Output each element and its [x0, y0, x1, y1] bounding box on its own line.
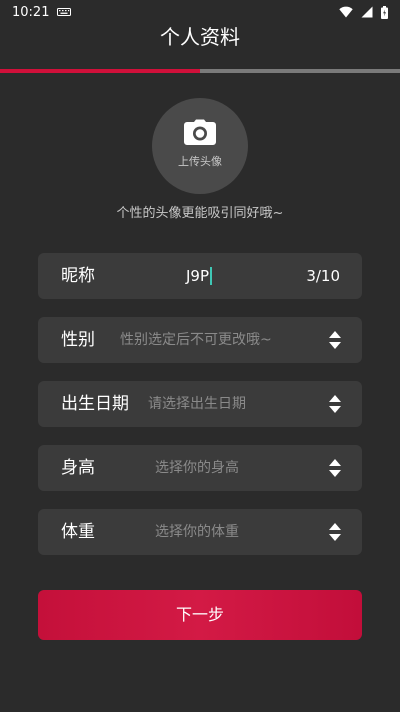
- signal-icon: [361, 6, 373, 18]
- gender-select[interactable]: 性别 性别选定后不可更改哦~: [38, 317, 362, 363]
- weight-select[interactable]: 体重 选择你的体重: [38, 509, 362, 555]
- height-placeholder: 选择你的身高: [155, 460, 239, 476]
- progress-fill: [0, 69, 200, 73]
- birthdate-label: 出生日期: [61, 394, 129, 414]
- avatar-upload-button[interactable]: 上传头像: [152, 98, 248, 194]
- text-caret: [210, 267, 212, 285]
- next-step-button[interactable]: 下一步: [38, 590, 362, 640]
- nickname-value: J9P: [186, 267, 210, 285]
- status-right: [339, 5, 388, 19]
- camera-icon: [184, 119, 216, 145]
- status-time: 10:21: [12, 4, 50, 20]
- keyboard-icon: [57, 8, 72, 16]
- status-left: 10:21: [12, 4, 72, 20]
- gender-label: 性别: [61, 330, 95, 350]
- gender-placeholder: 性别选定后不可更改哦~: [120, 332, 272, 348]
- nickname-char-counter: 3/10: [306, 267, 340, 285]
- up-down-arrows-icon: [329, 523, 341, 541]
- nickname-field[interactable]: 昵称 J9P 3/10: [38, 253, 362, 299]
- page-title: 个人资料: [160, 25, 240, 49]
- weight-placeholder: 选择你的体重: [155, 524, 239, 540]
- up-down-arrows-icon: [329, 395, 341, 413]
- nickname-label: 昵称: [61, 266, 95, 286]
- up-down-arrows-icon: [329, 331, 341, 349]
- nickname-input[interactable]: J9P: [186, 253, 212, 299]
- height-label: 身高: [61, 458, 95, 478]
- weight-label: 体重: [61, 522, 95, 542]
- avatar-upload-label: 上传头像: [178, 155, 222, 168]
- status-bar: 10:21: [0, 0, 400, 24]
- birthdate-select[interactable]: 出生日期 请选择出生日期: [38, 381, 362, 427]
- progress-bar: [0, 69, 400, 73]
- birthdate-placeholder: 请选择出生日期: [148, 396, 246, 412]
- up-down-arrows-icon: [329, 459, 341, 477]
- height-select[interactable]: 身高 选择你的身高: [38, 445, 362, 491]
- wifi-icon: [339, 6, 353, 18]
- avatar-hint: 个性的头像更能吸引同好哦~: [116, 206, 284, 221]
- battery-icon: [381, 5, 388, 19]
